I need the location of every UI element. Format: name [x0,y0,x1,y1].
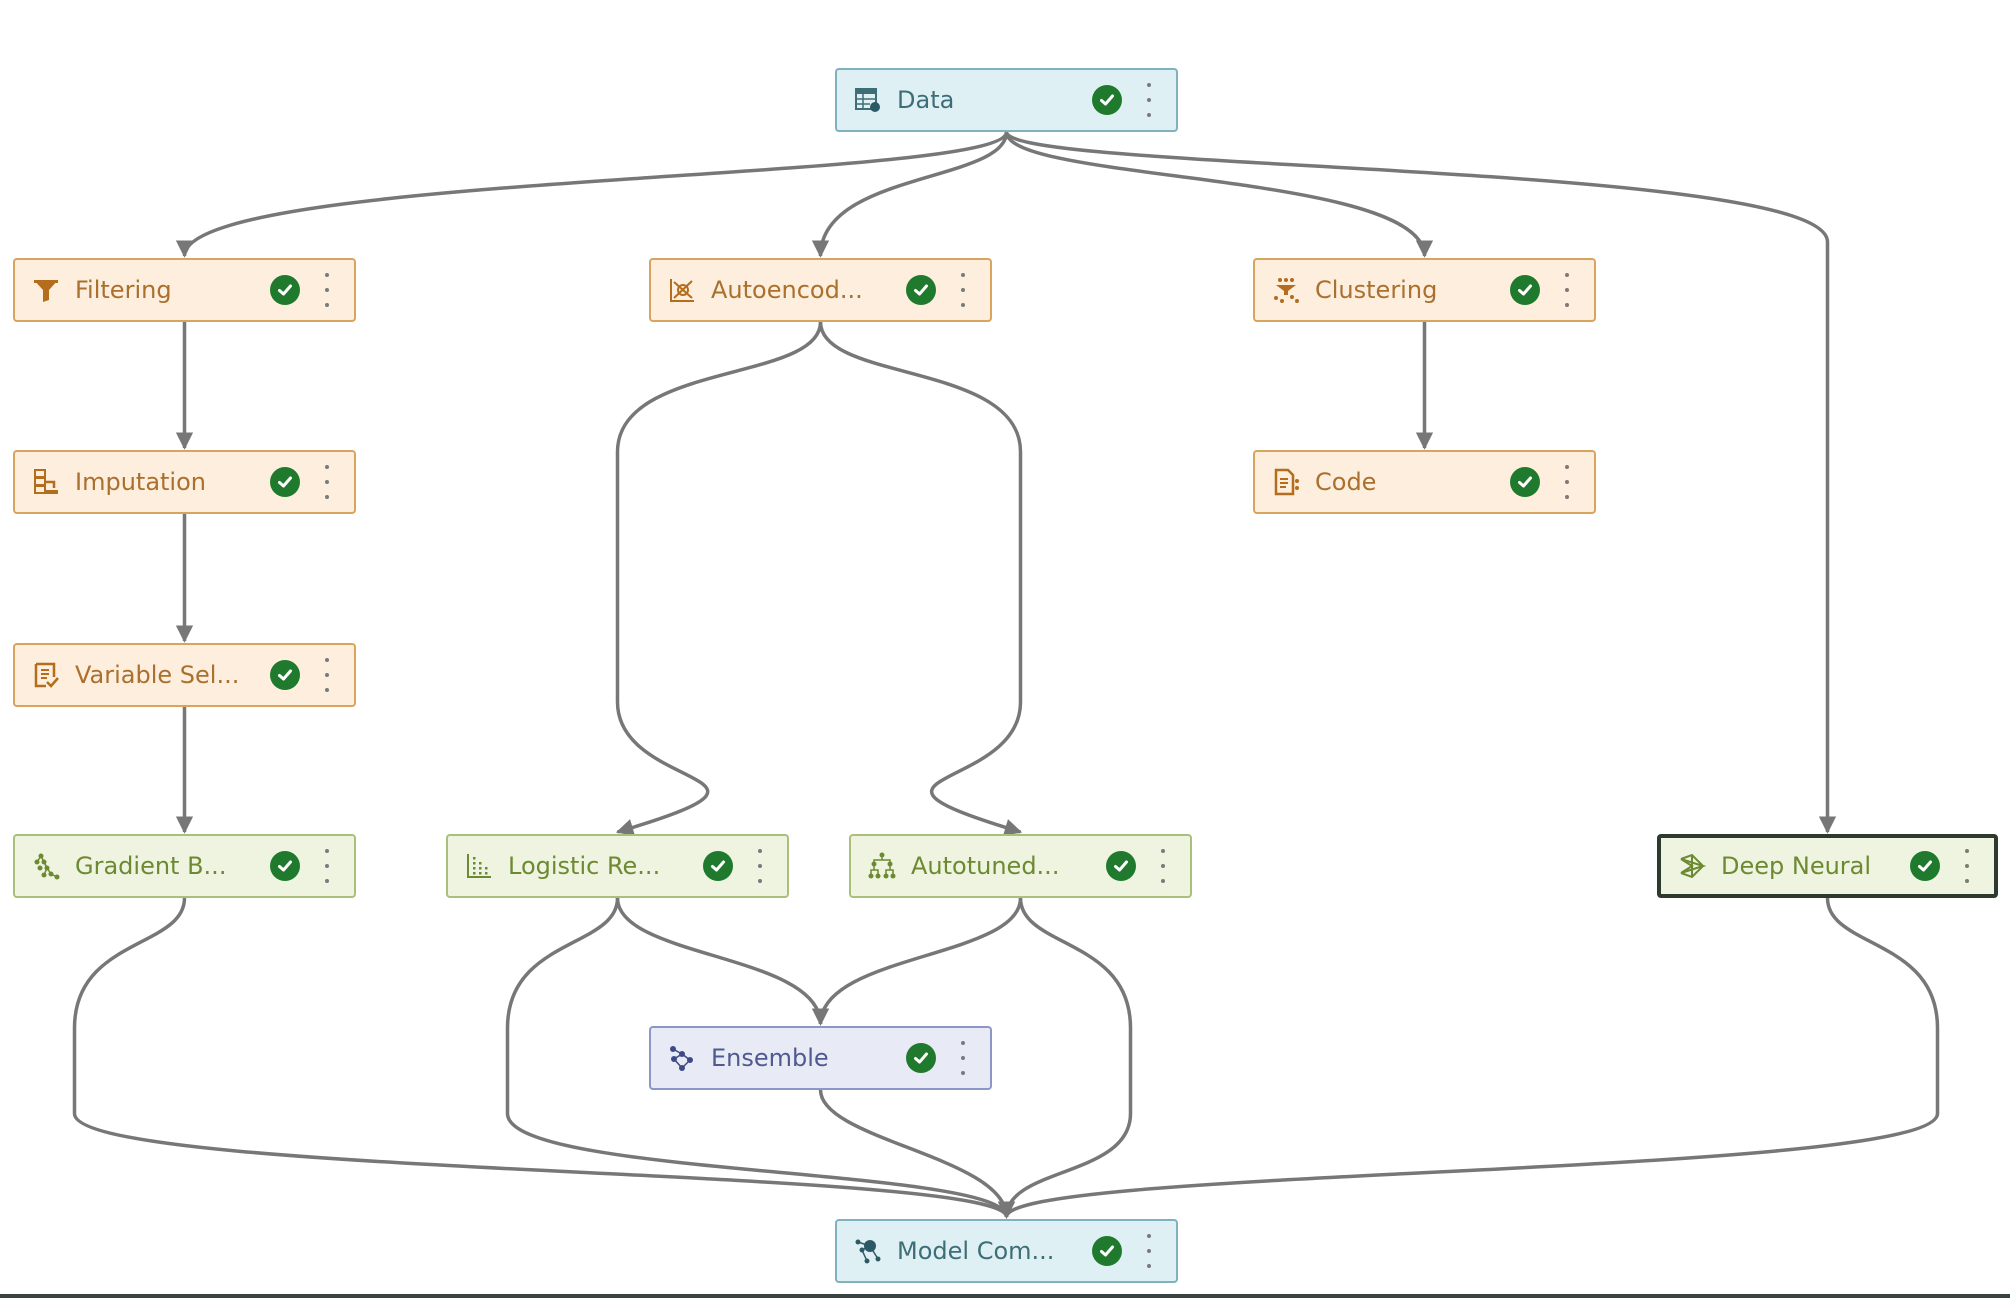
node-menu-icon[interactable] [1144,1234,1154,1268]
node-menu-icon[interactable] [958,1041,968,1075]
status-success-icon [1510,467,1540,497]
node-ensemble[interactable]: Ensemble [649,1026,992,1090]
node-label: Variable Sel... [75,661,240,689]
node-label: Ensemble [711,1044,829,1072]
imputation-icon [31,467,61,497]
node-label: Model Com... [897,1237,1055,1265]
node-label: Autoencod... [711,276,863,304]
neural-network-icon [1677,851,1707,881]
node-code[interactable]: Code [1253,450,1596,514]
status-success-icon [1510,275,1540,305]
edge-deepneural-to-modelcomp[interactable] [998,897,1940,1219]
edge-data-to-clustering[interactable] [1004,131,1434,258]
node-label: Code [1315,468,1377,496]
status-success-icon [703,851,733,881]
node-clustering[interactable]: Clustering [1253,258,1596,322]
autoencoder-chart-icon [667,275,697,305]
node-label: Logistic Re... [508,852,661,880]
node-filtering[interactable]: Filtering [13,258,356,322]
node-menu-icon[interactable] [958,273,968,307]
edge-autoencoder-to-logistic[interactable] [615,321,823,836]
node-variable-selection[interactable]: Variable Sel... [13,643,356,707]
node-label: Gradient B... [75,852,227,880]
node-menu-icon[interactable] [322,658,332,692]
model-comparison-icon [853,1236,883,1266]
node-logistic-regression[interactable]: Logistic Re... [446,834,789,898]
status-success-icon [1092,85,1122,115]
node-label: Deep Neural [1721,852,1872,880]
clustering-icon [1271,275,1301,305]
decision-tree-icon [867,851,897,881]
node-label: Autotuned... [911,852,1060,880]
status-success-icon [1106,851,1136,881]
edge-ensemble-to-modelcomp[interactable] [818,1089,1016,1219]
node-label: Clustering [1315,276,1438,304]
node-menu-icon[interactable] [1144,83,1154,117]
funnel-filter-icon [31,275,61,305]
edge-autotuned-to-ensemble[interactable] [811,897,1023,1026]
node-menu-icon[interactable] [1562,273,1572,307]
node-label: Filtering [75,276,172,304]
status-success-icon [270,467,300,497]
ensemble-icon [667,1043,697,1073]
code-document-icon [1271,467,1301,497]
node-label: Imputation [75,468,206,496]
node-deep-neural[interactable]: Deep Neural [1657,834,1998,898]
edge-logistic-to-ensemble[interactable] [615,897,830,1026]
edge-autotuned-to-modelcomp[interactable] [997,897,1133,1219]
status-success-icon [906,275,936,305]
gradient-boosting-icon [31,851,61,881]
node-menu-icon[interactable] [322,849,332,883]
node-menu-icon[interactable] [322,465,332,499]
status-success-icon [1092,1236,1122,1266]
status-success-icon [270,275,300,305]
edge-data-to-filtering[interactable] [175,131,1009,258]
node-menu-icon[interactable] [1562,465,1572,499]
node-autoencoder[interactable]: Autoencod... [649,258,992,322]
status-success-icon [270,851,300,881]
node-menu-icon[interactable] [322,273,332,307]
node-label: Data [897,86,955,114]
variable-selection-icon [31,660,61,690]
status-success-icon [270,660,300,690]
node-model-comparison[interactable]: Model Com... [835,1219,1178,1283]
node-imputation[interactable]: Imputation [13,450,356,514]
node-menu-icon[interactable] [755,849,765,883]
bottom-divider [0,1294,2010,1298]
edge-autoencoder-to-autotuned[interactable] [818,321,1023,836]
logistic-regression-icon [464,851,494,881]
edge-data-to-autoencoder[interactable] [811,131,1009,258]
pipeline-canvas[interactable]: Data Filtering Autoencod... Clustering I… [0,0,2010,1298]
node-menu-icon[interactable] [1962,849,1972,883]
node-menu-icon[interactable] [1158,849,1168,883]
status-success-icon [1910,851,1940,881]
status-success-icon [906,1043,936,1073]
data-table-icon [853,85,883,115]
node-data[interactable]: Data [835,68,1178,132]
node-gradient-boosting[interactable]: Gradient B... [13,834,356,898]
node-autotuned[interactable]: Autotuned... [849,834,1192,898]
